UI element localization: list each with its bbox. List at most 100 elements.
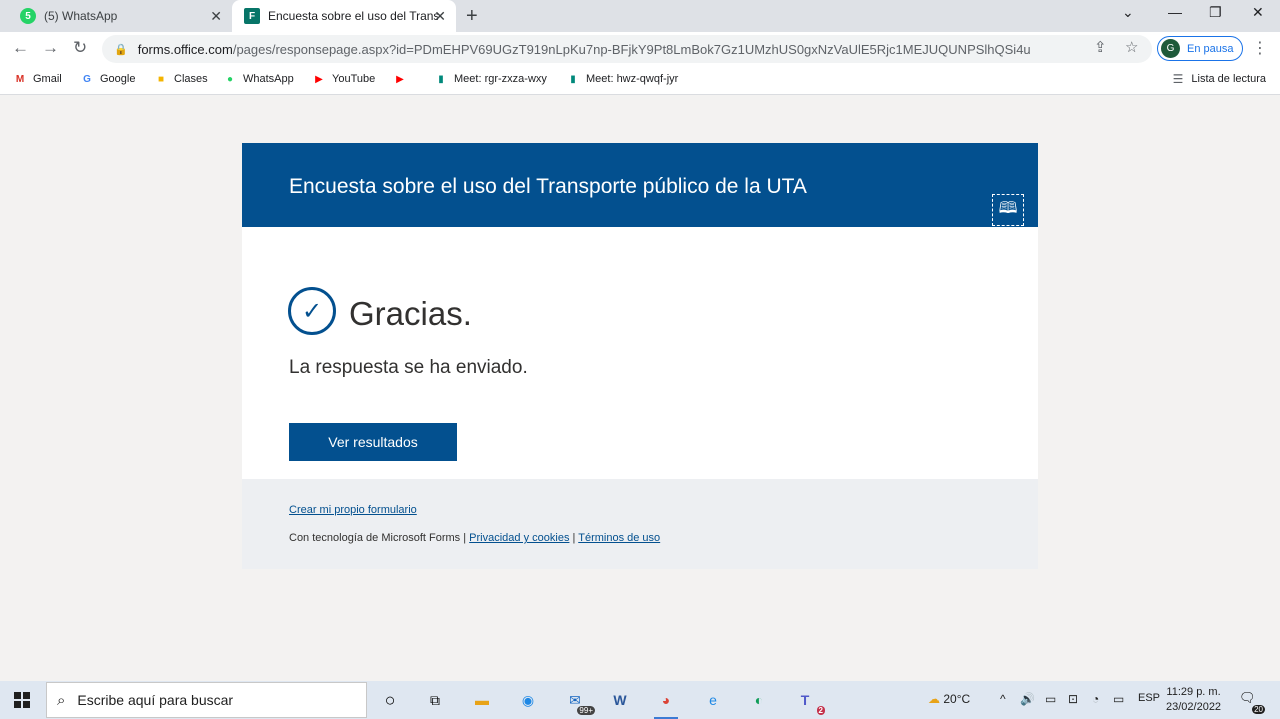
profile-button[interactable]: G En pausa [1157,36,1243,61]
tab-search-icon[interactable]: ⌄ [1122,4,1134,21]
mail-badge: 99+ [577,706,595,715]
weather-icon: ☁ [928,692,940,706]
teams-icon[interactable]: T2 [793,689,825,715]
classroom-icon: ■ [157,73,165,85]
avatar: G [1161,39,1180,58]
submitted-message: La respuesta se ha enviado. [289,357,528,378]
tab-strip: 5 (5) WhatsApp ✕ F Encuesta sobre el uso… [0,0,1280,32]
view-results-button[interactable]: Ver resultados [289,423,457,461]
bookmark-label: Meet: hwz-qwqf-jyr [586,73,679,85]
bookmark-label: Google [100,73,136,85]
search-icon: ⌕ [57,691,66,709]
file-explorer-icon[interactable]: ▬ [470,689,494,711]
wifi-icon[interactable]: ◔ [1092,692,1099,706]
whatsapp-icon: 5 [20,8,36,24]
clock[interactable]: 11:29 p. m. 23/02/2022 [1166,685,1221,715]
menu-icon[interactable]: ⋮ [1252,38,1268,58]
tab-encuesta[interactable]: F Encuesta sobre el uso del Transp ✕ [232,0,456,32]
task-view-icon[interactable]: ⧉ [423,689,447,711]
share-icon[interactable]: ⇪ [1094,38,1107,56]
address-bar[interactable]: 🔒 forms.office.com /pages/responsepage.a… [102,35,1152,63]
meet-icon: ▮ [570,73,576,85]
notification-center-icon[interactable]: 🗨 20 [1239,690,1265,714]
notification-count: 20 [1252,705,1265,714]
volume-icon[interactable]: 🔊 [1020,692,1035,706]
thanks-heading: Gracias. [349,295,472,332]
battery-icon[interactable]: ▭ [1113,692,1124,706]
bookmark-star-icon[interactable]: ☆ [1125,38,1138,56]
language-indicator[interactable]: ESP [1138,692,1160,704]
bookmark-label: WhatsApp [243,73,294,85]
bookmark-clases[interactable]: ■ Clases [154,72,208,86]
show-hidden-icons[interactable]: ^ [1000,692,1006,706]
bookmark-label: Meet: rgr-zxza-wxy [454,73,547,85]
form-card: Encuesta sobre el uso del Transporte púb… [242,143,1038,569]
tab-title: (5) WhatsApp [44,9,118,23]
close-tab-icon[interactable]: ✕ [434,8,446,24]
close-window-icon[interactable]: ✕ [1252,4,1264,21]
reading-list-label: Lista de lectura [1191,73,1266,85]
back-icon[interactable]: ← [12,38,29,58]
cortana-icon[interactable]: ○ [378,689,402,711]
lock-icon[interactable]: 🔒 [114,43,128,56]
reload-icon[interactable]: ↻ [73,38,87,58]
profile-status: En pausa [1187,42,1234,55]
tab-whatsapp[interactable]: 5 (5) WhatsApp ✕ [8,0,232,32]
bookmarks-bar: M Gmail G Google ■ Clases ● WhatsApp ▶ Y… [0,65,1280,95]
taskbar-search[interactable]: ⌕ Escribe aquí para buscar [46,682,367,718]
reading-list-icon: ☰ [1172,72,1184,86]
messenger-icon[interactable]: ◉ [516,689,540,711]
bookmark-gmail[interactable]: M Gmail [13,72,62,86]
bookmark-google[interactable]: G Google [80,72,135,86]
whatsapp-icon: ● [226,73,234,85]
powered-by-text: Con tecnología de Microsoft Forms | [289,532,467,544]
url-path: /pages/responsepage.aspx?id=PDmEHPV69UGz… [232,41,1031,57]
mail-icon[interactable]: ✉ 99+ [563,689,595,715]
word-icon[interactable]: W [608,689,632,711]
form-header: Encuesta sobre el uso del Transporte púb… [242,143,1038,227]
windows-start-icon[interactable] [14,692,30,708]
gmail-icon: M [15,73,25,85]
forms-icon: F [244,8,260,24]
form-footer: Crear mi propio formulario Con tecnologí… [242,479,1038,569]
forward-icon[interactable]: → [42,38,59,58]
chrome-icon[interactable]: ◕ [654,689,678,719]
terms-link[interactable]: Términos de uso [578,532,660,544]
tab-title: Encuesta sobre el uso del Transp [268,9,438,23]
weather-temp: 20°C [943,692,971,706]
checkmark-icon: ✓ [288,287,336,335]
meet-now-icon[interactable]: ▭ [1045,692,1056,706]
windows-taskbar: ⌕ Escribe aquí para buscar ○ ⧉ ▬ ◉ ✉ 99+ … [0,681,1280,719]
bookmark-youtube[interactable]: ▶ YouTube [312,72,375,86]
youtube-icon: ▶ [315,73,323,85]
bookmark-whatsapp[interactable]: ● WhatsApp [223,72,294,86]
bookmark-label: YouTube [332,73,376,85]
minimize-icon[interactable]: — [1168,4,1182,20]
internet-explorer-icon[interactable]: e [701,689,725,711]
footer-separator: | [572,532,576,544]
teams-badge: 2 [816,706,825,715]
youtube-icon: ▶ [396,73,404,85]
url-host: forms.office.com [137,41,233,57]
bookmark-meet-1[interactable]: ▮ Meet: rgr-zxza-wxy [434,72,547,86]
bookmark-youtube-2[interactable]: ▶ [393,72,413,86]
clock-date: 23/02/2022 [1166,701,1222,713]
restore-icon[interactable]: ❐ [1209,4,1222,21]
privacy-link[interactable]: Privacidad y cookies [469,532,569,544]
clock-time: 11:29 p. m. [1166,686,1221,698]
search-placeholder: Escribe aquí para buscar [77,692,234,708]
weather-widget[interactable]: ☁ 20°C [928,692,970,706]
form-title: Encuesta sobre el uso del Transporte púb… [289,175,807,198]
powered-by: Con tecnología de Microsoft Forms | Priv… [289,532,660,544]
google-icon: G [83,73,91,85]
page-content: Encuesta sobre el uso del Transporte púb… [0,96,1280,681]
display-icon[interactable]: ⊡ [1068,692,1078,706]
create-own-form-link[interactable]: Crear mi propio formulario [289,504,417,516]
reading-list-button[interactable]: ☰ Lista de lectura [1173,72,1266,86]
bookmark-label: Gmail [33,73,62,85]
close-tab-icon[interactable]: ✕ [210,8,222,24]
immersive-reader-icon[interactable]: 🕮 [992,194,1024,226]
bookmark-meet-2[interactable]: ▮ Meet: hwz-qwqf-jyr [566,72,678,86]
new-tab-icon[interactable]: + [466,6,478,26]
edge-icon[interactable]: ◐ [747,689,771,711]
